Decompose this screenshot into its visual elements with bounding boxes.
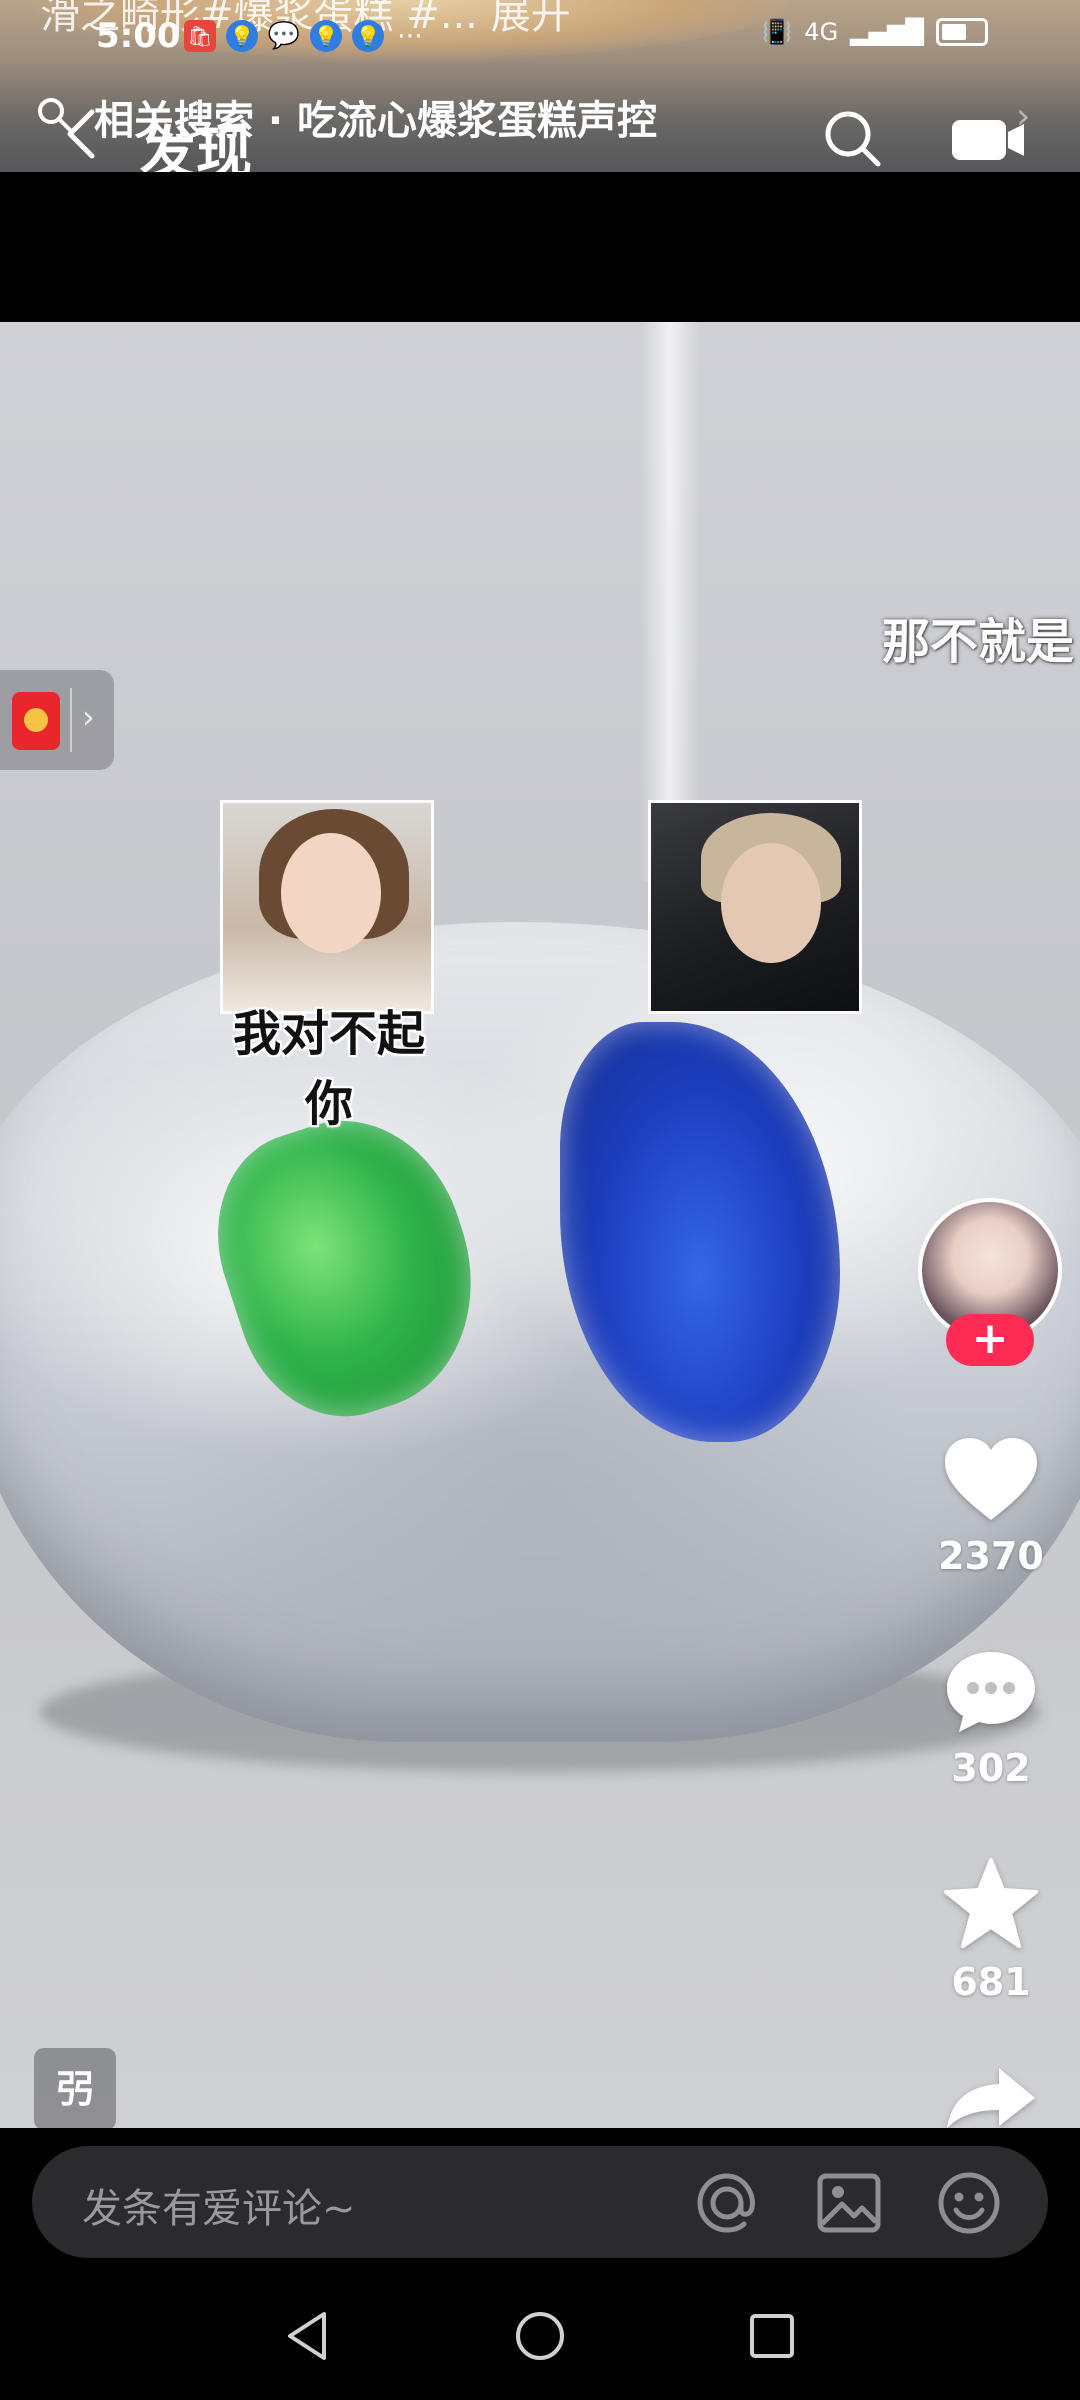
comment-input[interactable]: 发条有爱评论~ xyxy=(82,2176,356,2234)
share-button[interactable] xyxy=(921,2064,1061,2132)
bulb-icon: 💡 xyxy=(310,20,342,52)
chevron-right-icon: › xyxy=(1016,96,1031,137)
red-packet-icon xyxy=(12,692,60,750)
sound-badge[interactable]: 弜 xyxy=(34,2048,116,2128)
letterbox-band xyxy=(0,172,1080,322)
chat-bubble-icon: 💬 xyxy=(267,21,301,51)
network-type: 4G xyxy=(804,18,839,46)
bulb-icon: 💡 xyxy=(226,20,258,52)
comment-bubble-icon xyxy=(947,1652,1035,1732)
at-mention-icon[interactable] xyxy=(694,2170,760,2236)
scrolling-caption: 那不就是 xyxy=(882,614,1075,670)
system-status: 📳 4G ▂▄▆█ xyxy=(762,18,988,46)
meme-girl-image xyxy=(220,800,434,1014)
more-dots-icon: ⋯ xyxy=(397,21,423,51)
like-count: 2370 xyxy=(938,1534,1044,1578)
nav-home-icon[interactable] xyxy=(512,2308,568,2364)
author-avatar[interactable]: + xyxy=(918,1198,1062,1366)
comment-button[interactable]: 302 xyxy=(921,1648,1061,1790)
signal-icon: ▂▄▆█ xyxy=(850,18,924,46)
header-bar: 相关搜索 · 吃流心爆浆蛋糕声控 发现 › xyxy=(0,80,1080,186)
meme-boy-image xyxy=(648,800,862,1014)
image-picker-icon[interactable] xyxy=(816,2170,882,2236)
battery-icon xyxy=(936,18,988,46)
comment-count: 302 xyxy=(951,1746,1031,1790)
emoji-icon[interactable] xyxy=(936,2170,1002,2236)
video-camera-icon[interactable] xyxy=(950,116,1026,164)
back-arrow-icon[interactable] xyxy=(62,106,102,162)
status-time: 5:00 xyxy=(96,16,181,56)
search-button-icon[interactable] xyxy=(820,106,884,170)
nav-recents-icon[interactable] xyxy=(744,2308,800,2364)
meme-caption: 我对不起你 xyxy=(232,1006,425,1132)
heart-icon xyxy=(945,1438,1037,1520)
favorite-count: 681 xyxy=(951,1960,1031,2004)
follow-button[interactable]: + xyxy=(946,1314,1034,1366)
chevron-right-icon: › xyxy=(82,698,95,736)
star-icon xyxy=(944,1858,1038,1948)
red-packet-widget[interactable]: › xyxy=(0,670,114,770)
favorite-button[interactable]: 681 xyxy=(921,1858,1061,2004)
like-button[interactable]: 2370 xyxy=(921,1436,1061,1578)
huawei-store-icon: 🛍 xyxy=(184,20,216,52)
system-nav-bar xyxy=(0,2268,1080,2400)
nav-back-icon[interactable] xyxy=(280,2308,336,2364)
comment-input-bar[interactable]: 发条有爱评论~ xyxy=(32,2146,1048,2258)
vibrate-icon: 📳 xyxy=(762,18,793,46)
notification-icons: 🛍 💡 💬 💡 💡 ⋯ xyxy=(184,20,426,52)
pouring-stream xyxy=(640,322,700,882)
share-arrow-icon xyxy=(947,2068,1035,2128)
status-bar: 滑之畸形#爆浆蛋糕 #... 展开 5:00 🛍 💡 💬 💡 💡 ⋯ 📳 4G … xyxy=(0,0,1080,60)
bulb-icon: 💡 xyxy=(352,20,384,52)
